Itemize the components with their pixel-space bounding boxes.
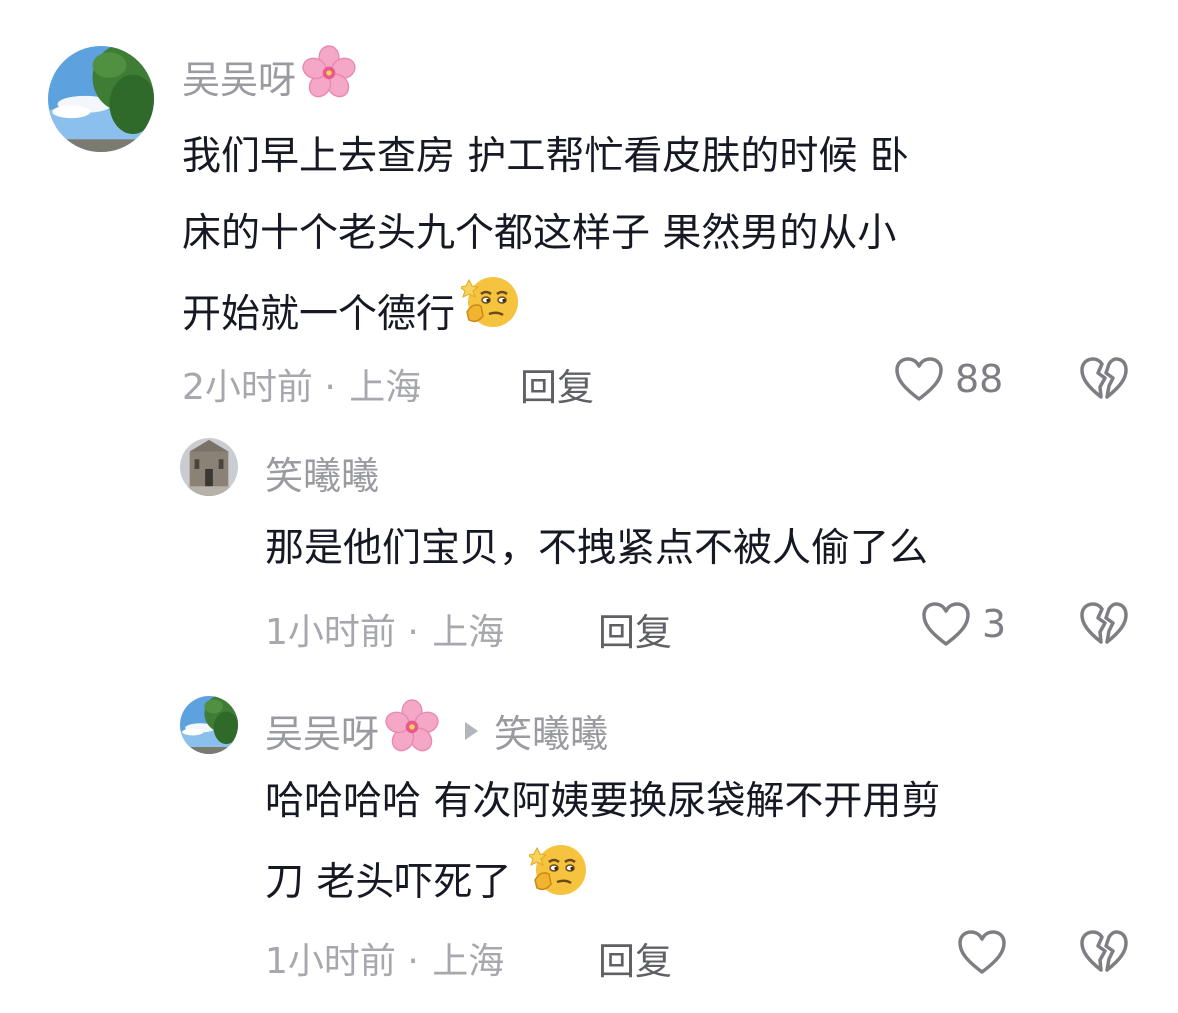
content-line-text: 刀 老头吓死了 bbox=[265, 859, 512, 905]
thinking-face-emoji-icon bbox=[527, 840, 589, 924]
avatar[interactable] bbox=[180, 696, 238, 754]
reply-to-arrow-icon bbox=[465, 721, 479, 740]
reply-button[interactable]: 回复 bbox=[598, 602, 672, 656]
username-text: 笑曦曦 bbox=[265, 454, 380, 498]
thinking-face-emoji-icon bbox=[458, 272, 521, 356]
heart-outline-icon bbox=[956, 928, 1008, 976]
comment-location: 上海 bbox=[349, 367, 422, 408]
reply-to-username[interactable]: 笑曦曦 bbox=[494, 703, 608, 758]
broken-heart-icon bbox=[1078, 600, 1130, 648]
content-line: 我们早上去查房 护工帮忙看皮肤的时候 卧 bbox=[182, 134, 909, 179]
comment-time: 2小时前 bbox=[182, 367, 313, 408]
comment-time: 1小时前 bbox=[265, 612, 396, 653]
cherry-blossom-icon bbox=[385, 699, 439, 762]
heart-outline-icon bbox=[920, 600, 972, 648]
comment-location: 上海 bbox=[432, 612, 505, 653]
like-count: 88 bbox=[955, 357, 1004, 401]
meta-separator: · bbox=[395, 941, 431, 982]
dislike-button[interactable] bbox=[1078, 600, 1130, 648]
avatar[interactable] bbox=[48, 46, 154, 152]
reply-button[interactable]: 回复 bbox=[598, 931, 672, 985]
like-count: 3 bbox=[982, 602, 1007, 646]
meta-separator: · bbox=[312, 367, 348, 408]
dislike-button[interactable] bbox=[1078, 928, 1130, 976]
content-line: 哈哈哈哈 有次阿姨要换尿袋解不开用剪 bbox=[265, 779, 941, 824]
comment-content: 我们早上去查房 护工帮忙看皮肤的时候 卧 床的十个老头九个都这样子 果然男的从小… bbox=[182, 118, 1142, 356]
heart-outline-icon bbox=[893, 355, 945, 403]
comment-location: 上海 bbox=[432, 941, 505, 982]
comment-2: 笑曦曦 那是他们宝贝，不拽紧点不被人偷了么 1小时前 · 上海 回复 3 bbox=[0, 420, 1178, 680]
comment-meta: 1小时前 · 上海 bbox=[265, 932, 504, 984]
comment-time: 1小时前 bbox=[265, 941, 396, 982]
like-button[interactable]: 88 bbox=[893, 355, 1003, 403]
cherry-blossom-icon bbox=[302, 45, 356, 108]
dislike-button[interactable] bbox=[1078, 355, 1130, 403]
broken-heart-icon bbox=[1078, 355, 1130, 403]
username-text: 吴吴呀 bbox=[182, 58, 297, 102]
comment-content: 那是他们宝贝，不拽紧点不被人偷了么 bbox=[265, 510, 1145, 587]
comment-username[interactable]: 吴吴呀 bbox=[182, 45, 356, 108]
reply-button[interactable]: 回复 bbox=[520, 357, 594, 411]
comment-username[interactable]: 笑曦曦 bbox=[265, 445, 379, 500]
meta-separator: · bbox=[395, 612, 431, 653]
content-line: 刀 老头吓死了 bbox=[265, 840, 1145, 924]
content-line-text: 开始就一个德行 bbox=[182, 291, 456, 337]
avatar-image-sky-tree bbox=[180, 696, 238, 754]
comment-meta: 2小时前 · 上海 bbox=[182, 358, 421, 410]
avatar-image-sky-tree bbox=[48, 46, 154, 152]
content-line: 开始就一个德行 bbox=[182, 272, 1142, 356]
comment-1: 吴吴呀 我们早上去查房 护工帮忙看皮肤的时候 卧 床的十个老头九个都这样子 果然… bbox=[0, 0, 1178, 420]
like-button[interactable]: 3 bbox=[920, 600, 1006, 648]
avatar-image-building bbox=[180, 438, 238, 496]
username-text: 吴吴呀 bbox=[265, 712, 380, 756]
content-line: 那是他们宝贝，不拽紧点不被人偷了么 bbox=[265, 526, 929, 571]
broken-heart-icon bbox=[1078, 928, 1130, 976]
comment-content: 哈哈哈哈 有次阿姨要换尿袋解不开用剪 刀 老头吓死了 bbox=[265, 763, 1145, 924]
like-button[interactable] bbox=[956, 928, 1018, 976]
comment-meta: 1小时前 · 上海 bbox=[265, 603, 504, 655]
content-line: 床的十个老头九个都这样子 果然男的从小 bbox=[182, 211, 897, 256]
comment-3: 吴吴呀 笑曦曦 哈哈哈哈 有次阿姨要换尿袋解不开用剪 刀 老头吓死了 1小时前 … bbox=[0, 680, 1178, 1013]
avatar[interactable] bbox=[180, 438, 238, 496]
comment-username[interactable]: 吴吴呀 笑曦曦 bbox=[265, 699, 608, 762]
